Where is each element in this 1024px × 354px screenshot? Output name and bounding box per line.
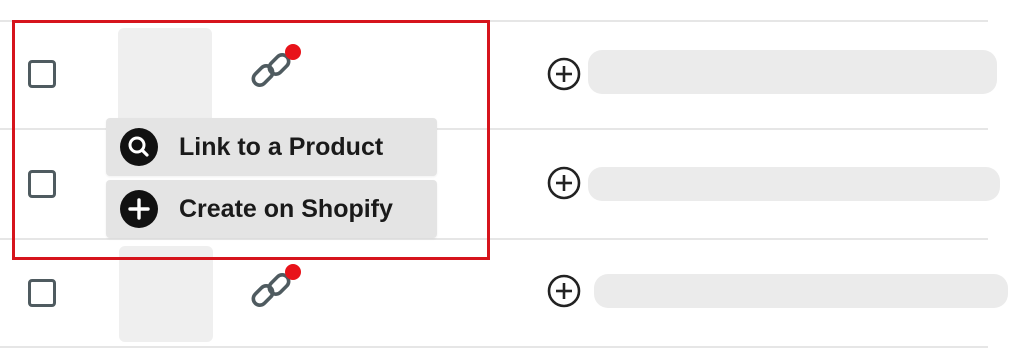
link-options-menu: Link to a Product Create on Shopify — [106, 118, 437, 240]
add-circle-icon — [547, 166, 581, 200]
link-to-product-menu-item[interactable]: Link to a Product — [106, 118, 437, 176]
row-3-add-button[interactable] — [547, 274, 581, 308]
row-1-link-button[interactable] — [247, 44, 301, 98]
row-2-text-placeholder — [588, 167, 1000, 201]
row-2-checkbox[interactable] — [28, 170, 56, 198]
notification-dot — [285, 44, 301, 60]
plus-circle-icon — [120, 190, 158, 228]
add-circle-icon — [547, 57, 581, 91]
create-on-shopify-menu-item[interactable]: Create on Shopify — [106, 180, 437, 238]
menu-item-label: Link to a Product — [179, 132, 384, 161]
row-3-checkbox[interactable] — [28, 279, 56, 307]
row-2-add-button[interactable] — [547, 166, 581, 200]
row-3-text-placeholder — [594, 274, 1008, 308]
row-1-checkbox[interactable] — [28, 60, 56, 88]
row-1-product-image-placeholder — [118, 28, 212, 124]
add-circle-icon — [547, 274, 581, 308]
menu-item-label: Create on Shopify — [179, 194, 393, 223]
row-1-add-button[interactable] — [547, 57, 581, 91]
row-3-link-button[interactable] — [247, 264, 301, 318]
row-3-product-image-placeholder — [119, 246, 213, 342]
product-list-canvas: Link to a Product Create on Shopify — [0, 0, 1024, 354]
row-divider — [0, 346, 988, 348]
row-divider — [0, 20, 988, 22]
notification-dot — [285, 264, 301, 280]
row-1-text-placeholder — [588, 50, 997, 94]
search-icon — [120, 128, 158, 166]
